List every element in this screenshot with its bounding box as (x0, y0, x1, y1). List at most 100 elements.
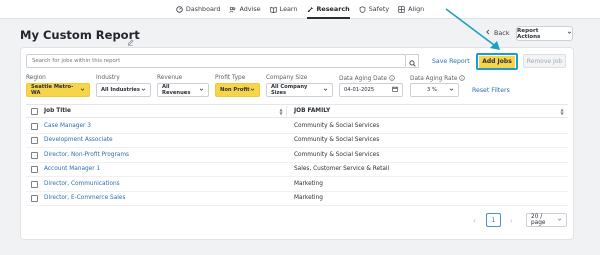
row-checkbox[interactable] (31, 137, 38, 144)
nav-label-learn: Learn (279, 5, 298, 13)
aging-rate-value: 3 % (427, 87, 437, 93)
region-label: Region (26, 75, 46, 81)
nav-label-safety: Safety (368, 5, 390, 13)
aging-rate-label: Data Aging Rate (410, 76, 458, 82)
job-family-cell: Community & Social Services (294, 122, 380, 129)
people-icon (229, 6, 236, 13)
company-size-label: Company Size (266, 75, 308, 81)
profit-type-label: Profit Type (215, 75, 246, 81)
chevron-down-icon (141, 87, 146, 94)
job-title-link[interactable]: Director, Communications (44, 181, 120, 187)
table-row: Director, Non-Profit Programs Community … (26, 148, 568, 163)
aging-date-label: Data Aging Date (339, 76, 387, 82)
row-checkbox[interactable] (31, 180, 38, 188)
chevron-down-icon (449, 87, 454, 94)
chevron-down-icon (557, 217, 562, 224)
nav-label-research: Research (316, 5, 350, 13)
column-divider (286, 106, 287, 116)
info-icon[interactable] (389, 75, 395, 83)
flask-icon (307, 6, 314, 13)
job-family-cell: Community & Social Services (294, 151, 380, 158)
row-checkbox[interactable] (31, 195, 38, 202)
industry-value: All Industries (101, 87, 140, 93)
chevron-down-icon (323, 87, 328, 94)
chevron-down-icon (567, 30, 572, 37)
nav-item-advise[interactable]: Advise (229, 0, 261, 19)
sort-icon[interactable]: ▲ ▼ (279, 108, 283, 116)
reset-filters-link[interactable]: Reset Filters (472, 87, 510, 94)
column-header-job-title[interactable]: Job Title (44, 108, 71, 114)
remove-job-button[interactable]: Remove Job (523, 54, 566, 68)
table-row: Case Manager 3 Community & Social Servic… (26, 119, 568, 134)
sort-icon[interactable]: ▲ ▼ (560, 108, 564, 116)
table-row: Development Associate Community & Social… (26, 134, 568, 148)
grid-icon (398, 5, 405, 13)
job-family-cell: Marketing (294, 195, 323, 201)
report-actions-label: Report Actions (517, 27, 541, 40)
nav-item-safety[interactable]: Safety (359, 0, 389, 19)
job-title-link[interactable]: Director, E-Commerce Sales (44, 195, 125, 201)
top-nav: Dashboard Advise Learn Research Safety A… (0, 0, 600, 19)
revenue-label: Revenue (157, 75, 183, 81)
page-title: My Custom Report (20, 28, 140, 42)
nav-item-align[interactable]: Align (398, 0, 424, 19)
profit-type-value: Non Profit (220, 87, 250, 93)
industry-select[interactable]: All Industries (96, 83, 151, 97)
revenue-select[interactable]: All Revenues (157, 83, 209, 97)
pencil-icon[interactable] (127, 31, 134, 46)
per-page-select[interactable]: 20 / page (526, 213, 567, 227)
industry-label: Industry (96, 75, 120, 81)
revenue-value: All Revenues (162, 84, 191, 96)
chevron-down-icon (199, 87, 204, 94)
search-input[interactable] (26, 54, 406, 68)
profit-type-select[interactable]: Non Profit (215, 83, 260, 97)
job-title-link[interactable]: Account Manager 1 (44, 166, 100, 172)
nav-item-research[interactable]: Research (306, 0, 350, 19)
annotation-arrow-icon (445, 8, 500, 50)
aging-rate-label-wrap: Data Aging Rate (410, 75, 466, 83)
chevron-right-icon[interactable]: › (510, 217, 513, 225)
region-select[interactable]: Seattle Metro-WA (26, 83, 90, 97)
column-header-job-family[interactable]: JOB FAMILY (294, 108, 330, 114)
row-checkbox[interactable] (31, 166, 38, 173)
nav-label-align: Align (408, 5, 425, 13)
per-page-value: 20 / page (531, 214, 546, 226)
save-report-link[interactable]: Save Report (432, 58, 470, 65)
company-size-select[interactable]: All Company Sizes (266, 83, 333, 97)
region-value: Seattle Metro-WA (31, 84, 74, 96)
job-title-link[interactable]: Development Associate (44, 137, 113, 143)
row-checkbox[interactable] (31, 122, 38, 130)
chevron-down-icon (250, 87, 255, 94)
job-title-link[interactable]: Director, Non-Profit Programs (44, 152, 129, 158)
page-button-current[interactable]: 1 (486, 213, 501, 227)
calendar-icon (392, 86, 398, 94)
job-family-cell: Community & Social Services (294, 137, 380, 143)
nav-label-advise: Advise (239, 5, 261, 13)
aging-date-label-wrap: Data Aging Date (339, 75, 395, 83)
table-row: Director, Communications Marketing (26, 177, 568, 192)
row-checkbox[interactable] (31, 151, 38, 159)
table-row: Director, E-Commerce Sales Marketing (26, 192, 568, 206)
add-jobs-button[interactable]: Add Jobs (479, 55, 515, 68)
table-header: Job Title ▲ ▼ JOB FAMILY ▲ ▼ (26, 104, 568, 118)
info-icon[interactable] (459, 75, 466, 83)
select-all-checkbox[interactable] (31, 108, 38, 115)
nav-item-dashboard[interactable]: Dashboard (176, 0, 221, 19)
chevron-down-icon (80, 87, 85, 94)
job-family-cell: Marketing (294, 180, 323, 187)
chevron-left-icon[interactable]: ‹ (473, 217, 476, 225)
search-button[interactable] (406, 54, 419, 68)
dashboard-icon (176, 5, 183, 13)
table-row: Account Manager 1 Sales, Customer Servic… (26, 163, 568, 177)
job-title-link[interactable]: Case Manager 3 (44, 123, 91, 129)
report-actions-button[interactable]: Report Actions (516, 26, 573, 41)
nav-label-dashboard: Dashboard (185, 5, 221, 13)
nav-item-learn[interactable]: Learn (269, 0, 298, 19)
shield-icon (359, 5, 366, 13)
aging-rate-select[interactable]: 3 % (410, 83, 459, 97)
company-size-value: All Company Sizes (271, 84, 308, 96)
search-icon (408, 52, 416, 71)
aging-date-input[interactable]: 04-01-2025 (339, 83, 403, 97)
book-icon (269, 6, 277, 13)
aging-date-value: 04-01-2025 (344, 87, 375, 93)
